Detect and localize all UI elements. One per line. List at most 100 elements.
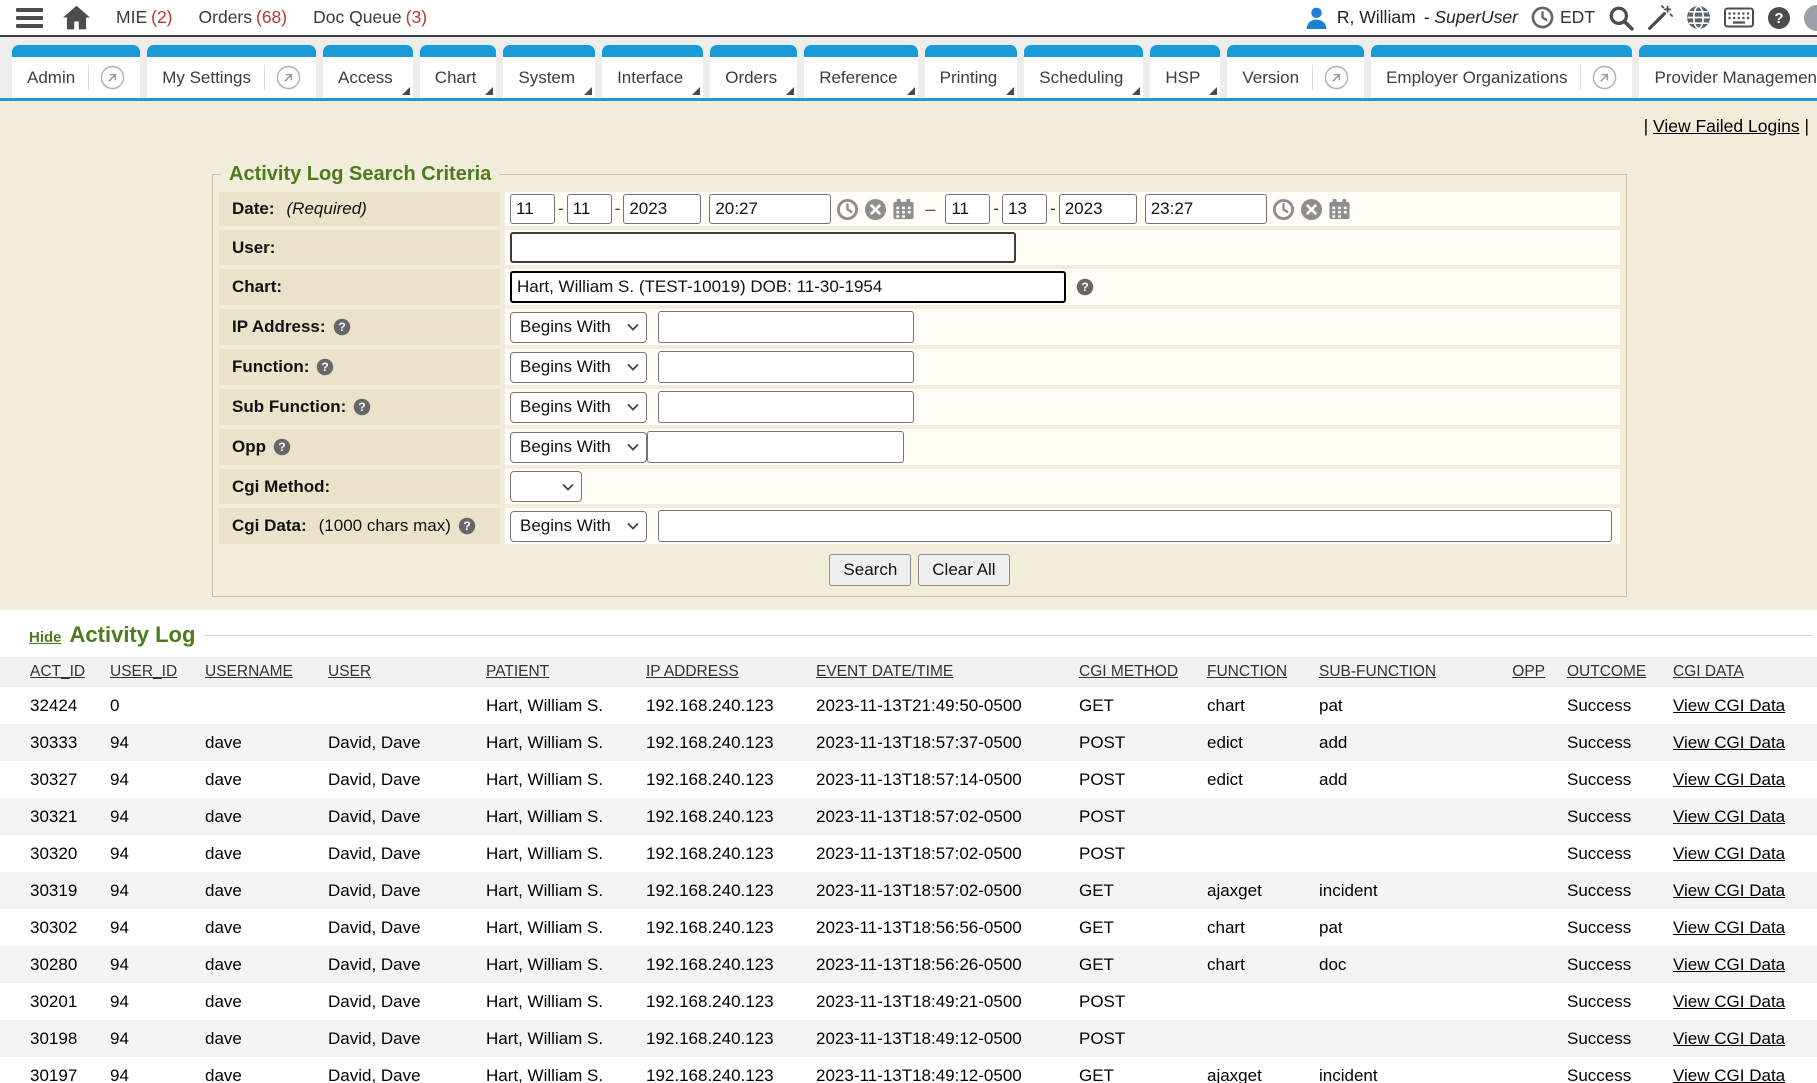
- tab-scheduling[interactable]: Scheduling: [1024, 45, 1143, 98]
- clear-all-button[interactable]: Clear All: [918, 554, 1009, 586]
- search-button[interactable]: Search: [829, 554, 911, 586]
- cgi-method-select[interactable]: [510, 471, 582, 502]
- from-day-input[interactable]: [567, 194, 612, 224]
- sort-link[interactable]: OPP: [1512, 663, 1545, 680]
- tab-orders[interactable]: Orders: [710, 45, 797, 98]
- tab-admin[interactable]: Admin: [12, 45, 140, 98]
- tab-access[interactable]: Access: [323, 45, 413, 98]
- home-icon[interactable]: [63, 5, 90, 30]
- to-day-input[interactable]: [1002, 194, 1047, 224]
- opp-input[interactable]: [647, 431, 904, 463]
- to-time-clock-icon[interactable]: [1272, 198, 1295, 221]
- partial-avatar-icon[interactable]: [1804, 5, 1817, 31]
- ip-op-select[interactable]: Begins With: [510, 312, 647, 343]
- tab-chart[interactable]: Chart: [420, 45, 497, 98]
- sort-link[interactable]: CGI DATA: [1673, 663, 1744, 680]
- svg-text:?: ?: [1081, 280, 1088, 294]
- sort-link[interactable]: ACT_ID: [30, 663, 85, 680]
- view-cgi-data-link[interactable]: View CGI Data: [1673, 1029, 1785, 1048]
- tab-reference[interactable]: Reference: [804, 45, 917, 98]
- cell-username: dave: [205, 724, 328, 761]
- sort-link[interactable]: EVENT DATE/TIME: [816, 663, 953, 680]
- view-cgi-data-link[interactable]: View CGI Data: [1673, 733, 1785, 752]
- to-time-input[interactable]: [1145, 194, 1267, 224]
- function-input[interactable]: [658, 351, 914, 383]
- from-time-clock-icon[interactable]: [836, 198, 859, 221]
- sort-link[interactable]: SUB-FUNCTION: [1319, 663, 1436, 680]
- sort-link[interactable]: FUNCTION: [1207, 663, 1287, 680]
- search-icon[interactable]: [1608, 5, 1634, 31]
- timezone-indicator[interactable]: EDT: [1531, 6, 1595, 29]
- view-cgi-data-link[interactable]: View CGI Data: [1673, 844, 1785, 863]
- from-date-clear-icon[interactable]: [864, 198, 887, 221]
- to-date-calendar-icon[interactable]: [1328, 198, 1351, 221]
- nav-mie[interactable]: MIE(2): [116, 7, 173, 28]
- from-time-input[interactable]: [709, 194, 831, 224]
- to-year-input[interactable]: [1059, 194, 1137, 224]
- ip-input[interactable]: [658, 311, 914, 343]
- tab-interface[interactable]: Interface: [602, 45, 703, 98]
- to-month-input[interactable]: [945, 194, 990, 224]
- view-cgi-data-link[interactable]: View CGI Data: [1673, 918, 1785, 937]
- chart-help-icon[interactable]: ?: [1076, 278, 1094, 296]
- sort-link[interactable]: PATIENT: [486, 663, 549, 680]
- view-cgi-data-link[interactable]: View CGI Data: [1673, 955, 1785, 974]
- opp-help-icon[interactable]: ?: [273, 438, 291, 456]
- help-icon[interactable]: ?: [1767, 6, 1791, 30]
- tab-provider-management[interactable]: Provider Management: [1639, 45, 1817, 98]
- function-help-icon[interactable]: ?: [316, 358, 334, 376]
- tab-hsp[interactable]: HSP: [1150, 45, 1220, 98]
- view-cgi-data-link[interactable]: View CGI Data: [1673, 696, 1785, 715]
- to-date-clear-icon[interactable]: [1300, 198, 1323, 221]
- external-arrow-icon: [100, 65, 125, 90]
- tab-system[interactable]: System: [503, 45, 595, 98]
- from-date-calendar-icon[interactable]: [892, 198, 915, 221]
- view-failed-logins-link[interactable]: View Failed Logins: [1653, 116, 1800, 136]
- cell-user: David, Dave: [328, 1057, 486, 1083]
- sub-function-help-icon[interactable]: ?: [353, 398, 371, 416]
- open-in-new-icon[interactable]: [264, 65, 301, 90]
- from-year-input[interactable]: [623, 194, 701, 224]
- tab-printing[interactable]: Printing: [925, 45, 1018, 98]
- sort-link[interactable]: USER_ID: [110, 663, 177, 680]
- nav-doc-queue[interactable]: Doc Queue(3): [313, 7, 427, 28]
- cgi-data-input[interactable]: [658, 510, 1612, 542]
- view-cgi-data-link[interactable]: View CGI Data: [1673, 807, 1785, 826]
- ip-help-icon[interactable]: ?: [333, 318, 351, 336]
- cgi-data-op-select[interactable]: Begins With: [510, 511, 647, 542]
- sort-link[interactable]: OUTCOME: [1567, 663, 1646, 680]
- chart-input[interactable]: [510, 271, 1066, 303]
- sub-function-op-select[interactable]: Begins With: [510, 392, 647, 423]
- opp-op-select[interactable]: Begins With: [510, 432, 647, 463]
- view-cgi-data-link[interactable]: View CGI Data: [1673, 770, 1785, 789]
- open-in-new-icon[interactable]: [88, 65, 125, 90]
- view-cgi-data-link[interactable]: View CGI Data: [1673, 992, 1785, 1011]
- view-cgi-data-link[interactable]: View CGI Data: [1673, 1066, 1785, 1083]
- sort-link[interactable]: USER: [328, 663, 371, 680]
- sort-link[interactable]: USERNAME: [205, 663, 293, 680]
- tab-my-settings[interactable]: My Settings: [147, 45, 316, 98]
- keyboard-icon[interactable]: [1724, 7, 1754, 28]
- view-cgi-data-link[interactable]: View CGI Data: [1673, 881, 1785, 900]
- globe-icon[interactable]: [1686, 5, 1711, 30]
- hamburger-menu-icon[interactable]: [16, 8, 43, 28]
- current-user[interactable]: R, William - SuperUser: [1304, 5, 1518, 30]
- open-in-new-icon[interactable]: [1312, 65, 1349, 90]
- sort-link[interactable]: IP ADDRESS: [646, 663, 739, 680]
- open-in-new-icon[interactable]: [1580, 65, 1617, 90]
- sort-link[interactable]: CGI METHOD: [1079, 663, 1178, 680]
- tab-employer-organizations[interactable]: Employer Organizations: [1371, 45, 1632, 98]
- tab-version[interactable]: Version: [1227, 45, 1364, 98]
- cell-sub-function: add: [1319, 761, 1484, 798]
- chart-label: Chart:: [219, 269, 500, 305]
- from-month-input[interactable]: [510, 194, 555, 224]
- cgi-data-help-icon[interactable]: ?: [458, 517, 476, 535]
- function-op-select[interactable]: Begins With: [510, 352, 647, 383]
- cell-event: 2023-11-13T18:57:02-0500: [816, 835, 1079, 872]
- cell-opp: [1484, 724, 1567, 761]
- wand-icon[interactable]: [1647, 5, 1673, 31]
- sub-function-input[interactable]: [658, 391, 914, 423]
- nav-orders[interactable]: Orders(68): [199, 7, 288, 28]
- user-input[interactable]: [510, 232, 1016, 263]
- hide-log-link[interactable]: Hide: [29, 629, 62, 648]
